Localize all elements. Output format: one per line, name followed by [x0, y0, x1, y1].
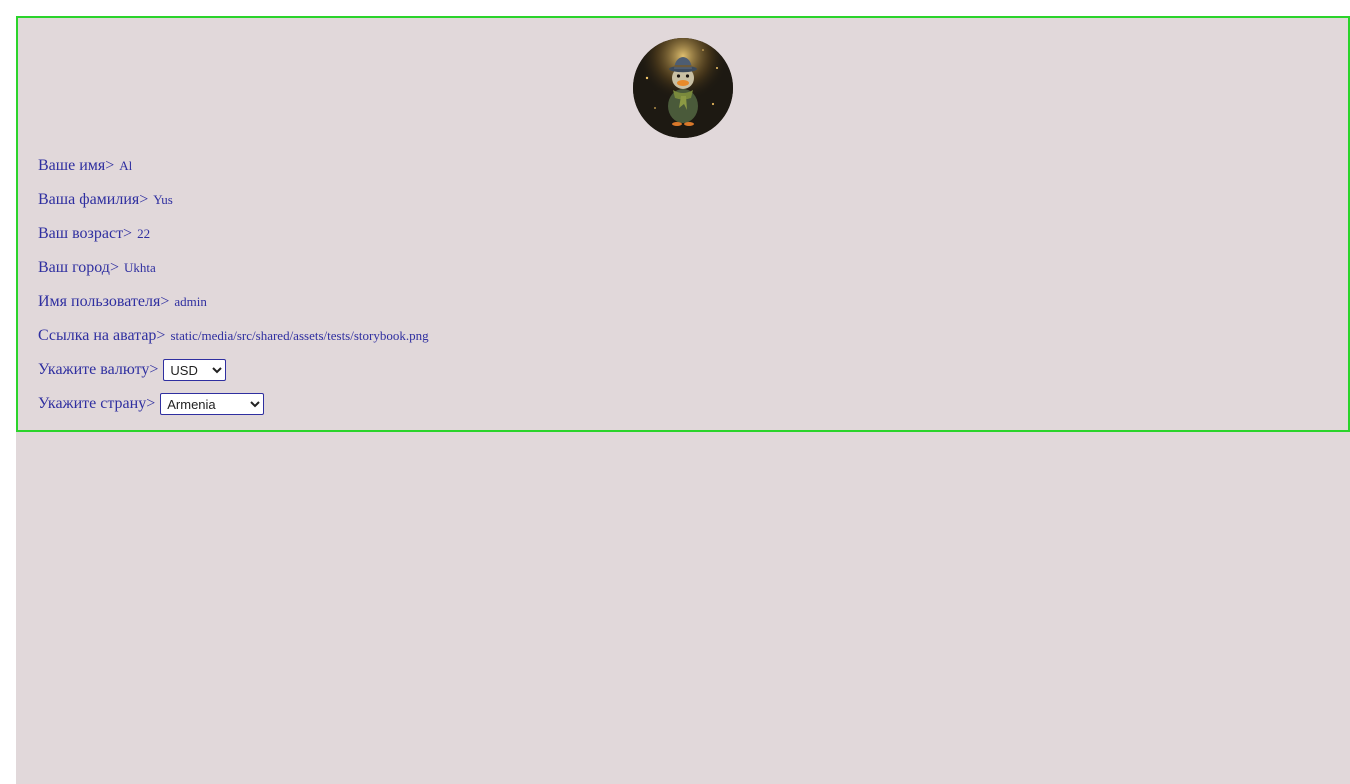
first-name-row: Ваше имя> Al [38, 149, 429, 183]
last-name-row: Ваша фамилия> Yus [38, 183, 429, 217]
last-name-label: Ваша фамилия> [38, 191, 149, 208]
first-name-label: Ваше имя> [38, 157, 115, 174]
avatar [633, 38, 733, 138]
profile-card: Ваше имя> Al Ваша фамилия> Yus Ваш возра… [16, 16, 1350, 432]
avatar-link-label: Ссылка на аватар> [38, 327, 166, 344]
city-value: Ukhta [123, 260, 156, 275]
age-label: Ваш возраст> [38, 225, 133, 242]
avatar-link-value: static/media/src/shared/assets/tests/sto… [170, 328, 429, 343]
country-row: Укажите страну> Armenia [38, 387, 429, 421]
city-label: Ваш город> [38, 259, 119, 276]
country-label: Укажите страну> [38, 395, 156, 412]
username-label: Имя пользователя> [38, 293, 170, 310]
age-value: 22 [137, 226, 151, 241]
username-value: admin [174, 294, 207, 309]
duck-avatar-image [633, 38, 733, 138]
avatar-link-row: Ссылка на аватар> static/media/src/share… [38, 319, 429, 353]
currency-row: Укажите валюту> USD [38, 353, 429, 387]
last-name-value: Yus [153, 192, 173, 207]
first-name-value: Al [119, 158, 133, 173]
username-row: Имя пользователя> admin [38, 285, 429, 319]
profile-fields: Ваше имя> Al Ваша фамилия> Yus Ваш возра… [38, 149, 429, 421]
city-row: Ваш город> Ukhta [38, 251, 429, 285]
currency-select[interactable]: USD [163, 359, 227, 381]
currency-label: Укажите валюту> [38, 361, 159, 378]
country-select[interactable]: Armenia [160, 393, 265, 415]
age-row: Ваш возраст> 22 [38, 217, 429, 251]
